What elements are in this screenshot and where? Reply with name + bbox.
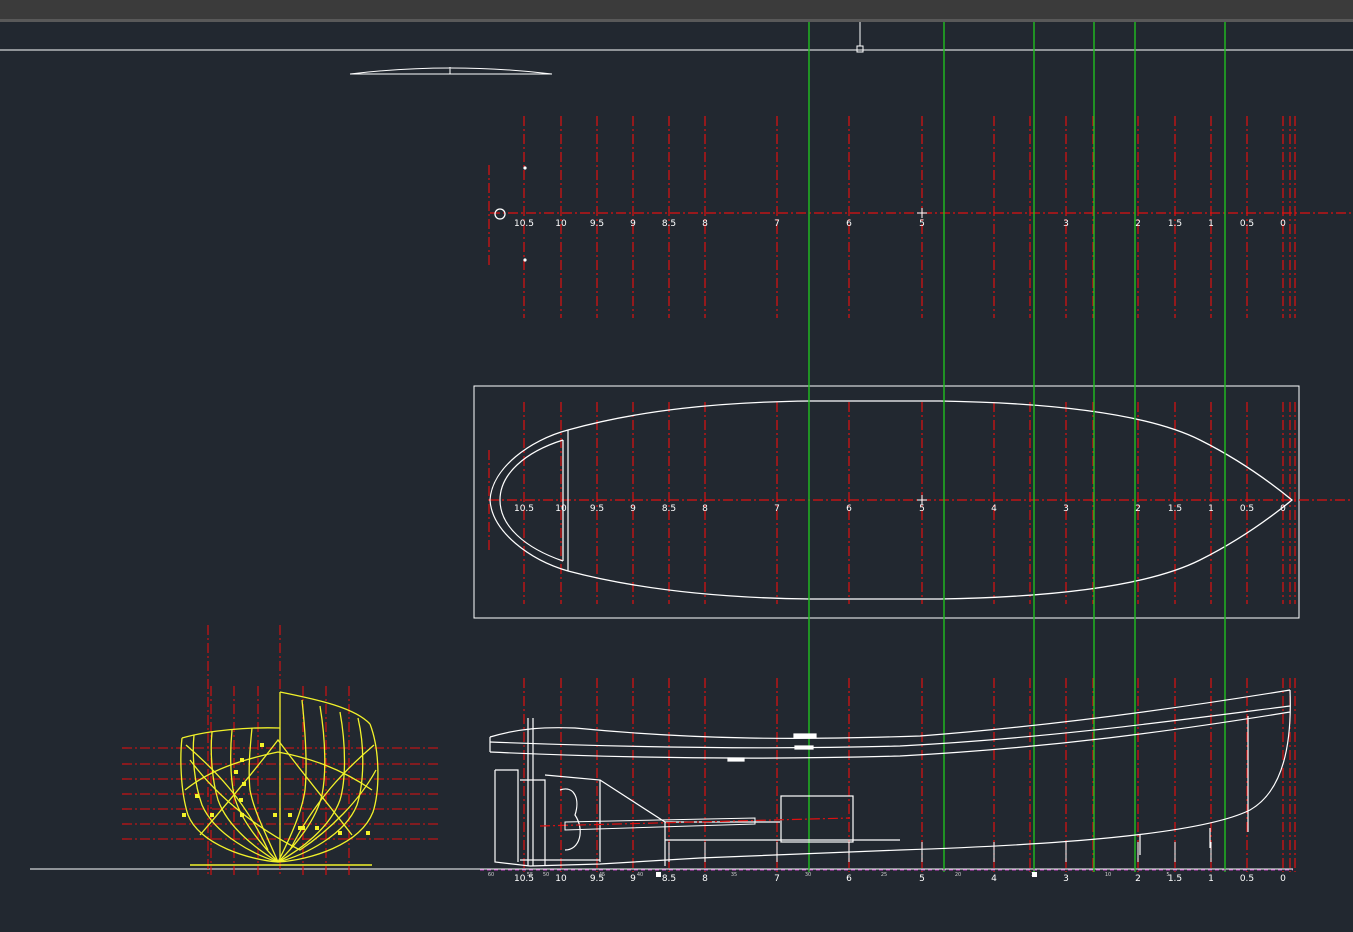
grid-marker [366, 831, 370, 835]
body-section-curve [277, 717, 364, 863]
minor-station-label: 50 [543, 872, 549, 878]
station-label: 7 [774, 874, 780, 884]
grip-square-icon[interactable] [1032, 872, 1037, 877]
station-label: 3 [1063, 504, 1069, 514]
station-label: 6 [846, 219, 852, 229]
grid-marker [234, 770, 238, 774]
station-label: 5 [919, 874, 925, 884]
station-label: 6 [846, 874, 852, 884]
station-label: 9 [630, 504, 636, 514]
deck-camber-arc [349, 67, 553, 75]
top-view-point [523, 166, 527, 170]
station-label: 9 [630, 874, 636, 884]
station-label: 0 [1280, 219, 1286, 229]
minor-station-label: 5 [1166, 872, 1169, 878]
minor-station-label: 35 [731, 872, 737, 878]
grid-marker [239, 798, 243, 802]
body-plan-sections [180, 691, 379, 863]
station-label: 1.5 [1168, 874, 1182, 884]
grid-marker [242, 782, 246, 786]
body-section-curve [279, 691, 371, 725]
top-view-station-lines [523, 116, 1296, 318]
shaft-housing [564, 817, 756, 831]
station-label: 7 [774, 504, 780, 514]
station-label: 5 [919, 219, 925, 229]
station-label: 8 [702, 504, 708, 514]
hull-profile [489, 689, 1291, 867]
station-label: 10 [555, 219, 567, 229]
station-label: 0.5 [1240, 874, 1254, 884]
station-label: 9.5 [590, 219, 604, 229]
station-label: 0 [1280, 504, 1286, 514]
station-label: 7 [774, 219, 780, 229]
section-cut-lines [808, 22, 1226, 872]
grid-marker [298, 826, 302, 830]
station-label: 3 [1063, 874, 1069, 884]
station-label: 9.5 [590, 504, 604, 514]
cad-drawing-canvas[interactable]: 10.5 10 9.5 9 8.5 8 7 6 5 3 2 1.5 1 0.5 0 10.5 10 9.5 9 8.… [0, 0, 1353, 932]
station-label: 0 [1280, 874, 1286, 884]
profile-frame-ticks [668, 842, 1212, 862]
body-section-curve [277, 723, 379, 863]
body-section-curve [189, 759, 377, 851]
grid-marker [260, 743, 264, 747]
station-label: 2 [1135, 219, 1141, 229]
stern-post [527, 718, 534, 866]
station-label: 10 [555, 504, 567, 514]
minor-station-label: 10 [1105, 872, 1111, 878]
grip-square-icon[interactable] [856, 45, 864, 53]
grid-marker [288, 813, 292, 817]
body-section-curve [210, 731, 279, 863]
grid-marker [240, 813, 244, 817]
crosshair-icon [917, 208, 927, 218]
minor-station-label: 45 [599, 872, 605, 878]
grid-marker [315, 826, 319, 830]
station-label: 2 [1135, 874, 1141, 884]
station-label: 10.5 [514, 504, 534, 514]
plan-view-station-lines [523, 402, 1296, 604]
grip-square-icon[interactable] [656, 872, 661, 877]
station-label: 10.5 [514, 219, 534, 229]
plan-view-station-labels: 10.5 10 9.5 9 8.5 8 7 6 5 4 3 2 1.5 1 0.5 0 [514, 504, 1286, 514]
grid-marker [338, 831, 342, 835]
grid-marker [195, 794, 199, 798]
top-view-station-labels: 10.5 10 9.5 9 8.5 8 7 6 5 3 2 1.5 1 0.5 0 [514, 219, 1286, 229]
origin-circle-icon[interactable] [494, 208, 506, 220]
station-label: 2 [1135, 504, 1141, 514]
station-label: 10 [555, 874, 567, 884]
station-label: 1 [1208, 219, 1214, 229]
station-label: 4 [991, 504, 997, 514]
station-label: 8.5 [662, 219, 676, 229]
station-label: 0.5 [1240, 504, 1254, 514]
station-label: 1 [1208, 504, 1214, 514]
station-label: 9 [630, 219, 636, 229]
body-section-curve [277, 699, 307, 863]
station-label: 1.5 [1168, 504, 1182, 514]
minor-station-label: 60 [488, 872, 494, 878]
station-label: 1.5 [1168, 219, 1182, 229]
station-label: 3 [1063, 219, 1069, 229]
station-label: 1 [1208, 874, 1214, 884]
station-label: 4 [991, 874, 997, 884]
minor-station-label: 30 [805, 872, 811, 878]
grid-marker [182, 813, 186, 817]
minor-station-label: 55 [527, 872, 533, 878]
top-view-point [523, 258, 527, 262]
station-label: 5 [919, 504, 925, 514]
station-label: 0.5 [1240, 219, 1254, 229]
station-label: 8 [702, 219, 708, 229]
grid-marker [210, 813, 214, 817]
station-label: 8.5 [662, 504, 676, 514]
station-label: 8.5 [662, 874, 676, 884]
station-label: 8 [702, 874, 708, 884]
minor-station-label: 20 [955, 872, 961, 878]
profile-view-station-labels: 10.5 10 9.5 9 8.5 8 7 6 5 4 3 2 1.5 1 0.5 0 [514, 874, 1286, 884]
minor-station-label: 40 [637, 872, 643, 878]
grid-marker [240, 758, 244, 762]
station-label: 6 [846, 504, 852, 514]
minor-station-label: 25 [881, 872, 887, 878]
grid-marker [273, 813, 277, 817]
